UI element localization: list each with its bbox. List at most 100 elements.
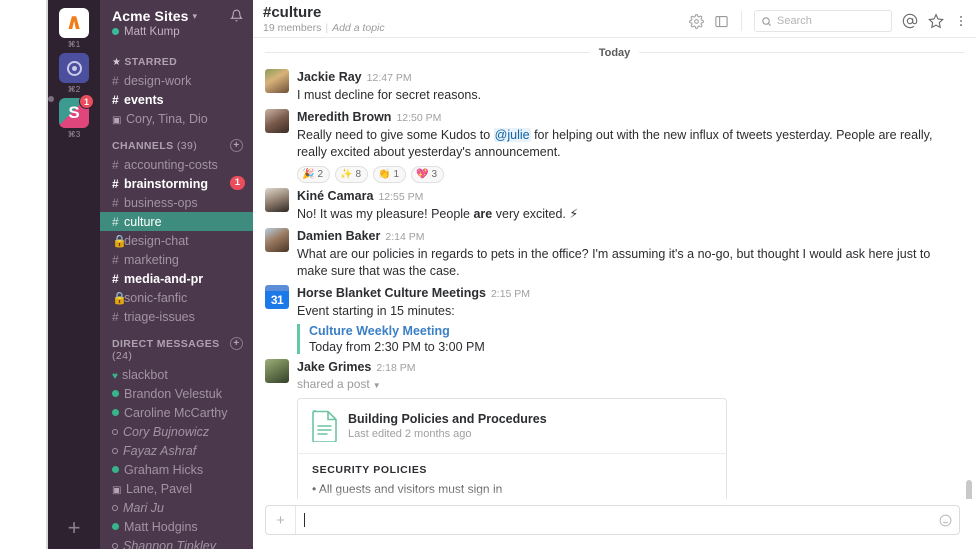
- message-timestamp[interactable]: 2:14 PM: [385, 231, 424, 243]
- message-timestamp[interactable]: 12:47 PM: [367, 72, 412, 84]
- workspace-switcher-2[interactable]: ⌘2: [48, 53, 100, 94]
- user-mention[interactable]: @julie: [493, 128, 531, 142]
- add-workspace-button[interactable]: +: [48, 517, 100, 539]
- channels-header[interactable]: CHANNELS (39) +: [100, 138, 253, 155]
- hash-icon: #: [112, 253, 119, 267]
- event-time: Today from 2:30 PM to 3:00 PM: [309, 340, 485, 354]
- current-user-name: Matt Kump: [124, 26, 180, 38]
- message-author[interactable]: Horse Blanket Culture Meetings: [297, 286, 486, 300]
- message-timestamp[interactable]: 12:50 PM: [396, 112, 441, 124]
- message-body: Meredith Brown 12:50 PM Really need to gi…: [297, 109, 960, 183]
- workspace-switcher-1[interactable]: ∧ ⌘1: [48, 8, 100, 49]
- add-channel-icon[interactable]: +: [230, 139, 243, 152]
- scrollbar-track[interactable]: [966, 80, 972, 499]
- notifications-bell-icon[interactable]: [230, 9, 243, 25]
- sparkling-heart-icon: 💖: [416, 168, 429, 180]
- mentions-icon[interactable]: [902, 13, 918, 29]
- sidebar-item-marketing[interactable]: # marketing: [100, 250, 253, 269]
- sidebar-item-brainstorming[interactable]: # brainstorming 1: [100, 174, 253, 193]
- message-item: Damien Baker 2:14 PM What are our policie…: [253, 223, 976, 280]
- message-author[interactable]: Damien Baker: [297, 229, 380, 243]
- new-dm-icon[interactable]: +: [230, 337, 243, 350]
- sidebar-item-cory-tina-dio[interactable]: ▣ Cory, Tina, Dio: [100, 109, 253, 128]
- workspace-switcher-3[interactable]: S 1 ⌘3: [48, 94, 100, 139]
- direct-messages-header[interactable]: DIRECT MESSAGES (24) +: [100, 336, 253, 365]
- sidebar-item-caroline-mccarthy[interactable]: Caroline McCarthy: [100, 403, 253, 422]
- calendar-icon[interactable]: 31: [265, 285, 289, 309]
- sidebar-item-culture[interactable]: # culture: [100, 212, 253, 231]
- avatar[interactable]: [265, 109, 289, 133]
- sidebar-item-sonic-fanfic[interactable]: 🔒sonic-fanfic: [100, 288, 253, 307]
- message-timestamp[interactable]: 2:18 PM: [376, 362, 415, 374]
- search-input[interactable]: Search: [754, 10, 892, 32]
- workspace-icon-2[interactable]: [59, 53, 89, 83]
- sidebar-item-brandon-velestuk[interactable]: Brandon Velestuk: [100, 384, 253, 403]
- avatar[interactable]: [265, 188, 289, 212]
- sidebar-item-fayaz-ashraf[interactable]: Fayaz Ashraf: [100, 441, 253, 460]
- sparkles-icon: ✨: [340, 168, 353, 180]
- reaction-sparkling-heart[interactable]: 💖 3: [411, 166, 445, 183]
- shared-post-action[interactable]: shared a post ▼: [297, 377, 960, 391]
- message-author[interactable]: Kiné Camara: [297, 189, 373, 203]
- avatar[interactable]: [265, 228, 289, 252]
- more-icon[interactable]: [954, 14, 968, 28]
- sidebar-item-lane-pavel[interactable]: ▣ Lane, Pavel: [100, 479, 253, 498]
- event-title-link[interactable]: Culture Weekly Meeting: [309, 324, 960, 338]
- message-author[interactable]: Jackie Ray: [297, 70, 362, 84]
- separator: |: [325, 22, 329, 34]
- sidebar-item-cory-bujnowicz[interactable]: Cory Bujnowicz: [100, 422, 253, 441]
- sidebar-item-business-ops[interactable]: # business-ops: [100, 193, 253, 212]
- sidebar-item-media-and-pr[interactable]: # media-and-pr: [100, 269, 253, 288]
- scrollbar-thumb[interactable]: [966, 480, 972, 499]
- unread-badge: 1: [229, 176, 245, 190]
- sidebar-item-graham-hicks[interactable]: Graham Hicks: [100, 460, 253, 479]
- team-header[interactable]: Acme Sites ▾ Matt Kump: [100, 0, 253, 44]
- star-icon[interactable]: [928, 13, 944, 29]
- message-timestamp[interactable]: 12:55 PM: [378, 191, 423, 203]
- channels-label: CHANNELS: [112, 140, 174, 152]
- post-preview-card[interactable]: Building Policies and Procedures Last ed…: [297, 398, 727, 499]
- emoji-picker-icon[interactable]: [931, 514, 959, 527]
- message-timestamp[interactable]: 2:15 PM: [491, 288, 530, 300]
- starred-header[interactable]: ★ STARRED: [100, 54, 253, 71]
- avatar[interactable]: [265, 69, 289, 93]
- sidebar-item-design-work[interactable]: # design-work: [100, 71, 253, 90]
- sidebar-item-accounting-costs[interactable]: # accounting-costs: [100, 155, 253, 174]
- message-author[interactable]: Meredith Brown: [297, 110, 391, 124]
- gear-icon[interactable]: [689, 13, 704, 29]
- current-user[interactable]: Matt Kump: [112, 26, 243, 38]
- add-topic-link[interactable]: Add a topic: [332, 22, 385, 34]
- add-attachment-button[interactable]: +: [266, 506, 296, 534]
- team-name[interactable]: Acme Sites: [112, 8, 188, 24]
- sidebar-item-shannon-tinkley[interactable]: Shannon Tinkley: [100, 536, 253, 549]
- sidebar-item-mari-ju[interactable]: Mari Ju: [100, 498, 253, 517]
- sidebar-item-events[interactable]: # events: [100, 90, 253, 109]
- split-pane-icon[interactable]: [714, 14, 729, 29]
- sidebar-item-label: Lane, Pavel: [126, 482, 193, 496]
- presence-away-icon: [112, 505, 118, 511]
- sidebar-item-matt-hodgins[interactable]: Matt Hodgins: [100, 517, 253, 536]
- workspace-icon-1[interactable]: ∧: [59, 8, 89, 38]
- workspace-shortcut-1: ⌘1: [67, 40, 81, 49]
- member-count[interactable]: 19 members: [263, 22, 321, 34]
- reaction-tada[interactable]: 🎉 2: [297, 166, 331, 183]
- message-header: Horse Blanket Culture Meetings 2:15 PM: [297, 285, 960, 302]
- composer-box[interactable]: +: [265, 505, 960, 535]
- message-input[interactable]: [296, 513, 931, 527]
- hash-icon: #: [112, 93, 119, 107]
- avatar[interactable]: [265, 359, 289, 383]
- sidebar-item-triage-issues[interactable]: # triage-issues: [100, 307, 253, 326]
- sidebar-item-slackbot[interactable]: ♥ slackbot: [100, 365, 253, 384]
- sidebar-item-label: Fayaz Ashraf: [123, 444, 197, 458]
- presence-away-icon: [112, 448, 118, 454]
- reaction-clap[interactable]: 👏 1: [373, 166, 407, 183]
- post-title[interactable]: Building Policies and Procedures: [348, 412, 547, 426]
- message-text: I must decline for secret reasons.: [297, 88, 482, 102]
- sidebar-item-design-chat[interactable]: 🔒design-chat: [100, 231, 253, 250]
- chevron-down-icon[interactable]: ▾: [192, 11, 197, 22]
- page-title: #culture: [263, 4, 322, 21]
- message-author[interactable]: Jake Grimes: [297, 360, 371, 374]
- reaction-sparkles[interactable]: ✨ 8: [335, 166, 369, 183]
- chevron-down-icon[interactable]: ▼: [373, 381, 381, 390]
- slack-window: ∧ ⌘1 ⌘2 S 1 ⌘3 + Acme Sites ▾ Matt Kump …: [0, 0, 976, 549]
